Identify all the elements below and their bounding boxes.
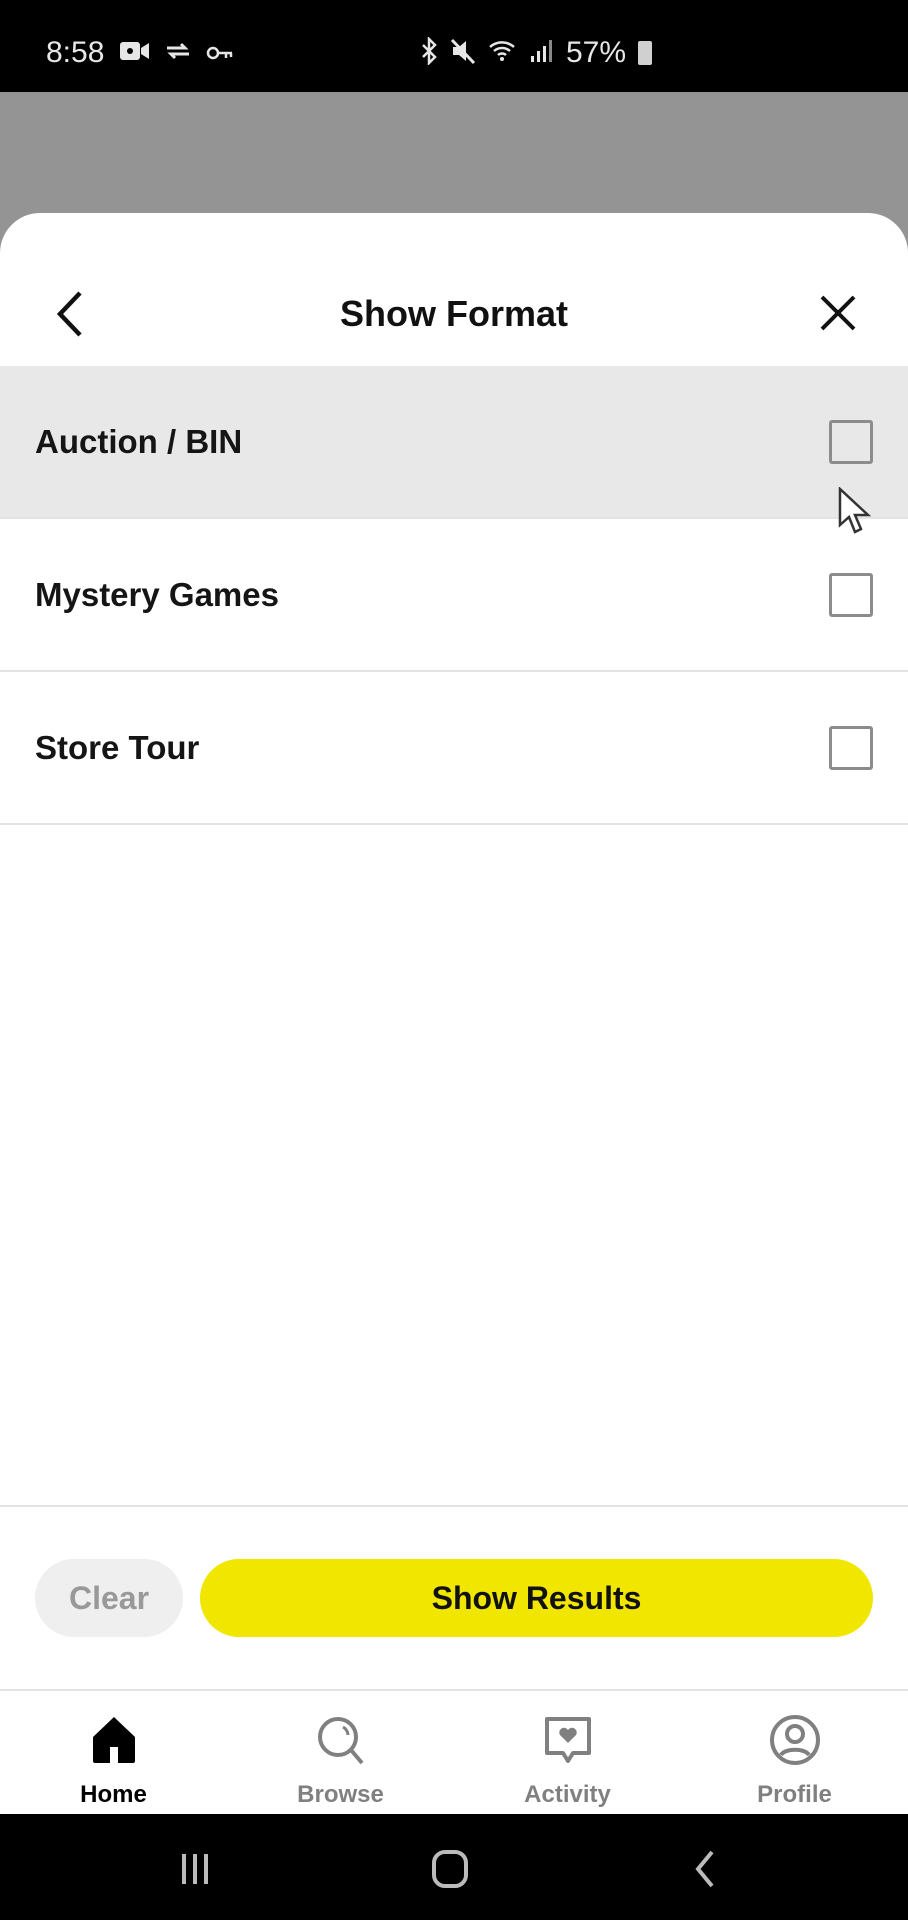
home-button-icon[interactable] xyxy=(425,1844,475,1894)
nav-profile[interactable]: Profile xyxy=(681,1691,908,1814)
option-label: Mystery Games xyxy=(35,575,279,613)
nav-label: Home xyxy=(80,1781,147,1808)
close-icon[interactable] xyxy=(818,293,858,333)
status-time: 8:58 xyxy=(46,36,105,69)
sheet-header: Show Format xyxy=(0,213,908,366)
sheet-title: Show Format xyxy=(339,293,568,334)
battery-icon xyxy=(638,41,653,65)
format-option-list: Auction / BIN Mystery Games Store Tour xyxy=(0,366,908,825)
bottom-nav: Home Browse Activity Profile xyxy=(0,1689,908,1814)
option-store-tour[interactable]: Store Tour xyxy=(0,672,908,825)
status-bar: 8:58 57% xyxy=(0,0,908,92)
option-auction-bin[interactable]: Auction / BIN xyxy=(0,366,908,519)
bluetooth-icon xyxy=(420,35,438,70)
checkbox-store-tour[interactable] xyxy=(829,726,873,770)
mute-icon xyxy=(450,37,476,70)
signal-icon xyxy=(530,38,554,69)
home-icon xyxy=(92,1717,135,1763)
battery-percent: 57% xyxy=(566,36,627,69)
nav-label: Profile xyxy=(757,1781,832,1808)
nav-label: Browse xyxy=(297,1781,384,1808)
show-results-button[interactable]: Show Results xyxy=(200,1559,873,1637)
option-label: Auction / BIN xyxy=(35,422,243,460)
wifi-icon xyxy=(488,38,518,69)
sync-icon xyxy=(164,40,192,67)
back-button-icon[interactable] xyxy=(680,1844,730,1894)
nav-browse[interactable]: Browse xyxy=(227,1691,454,1814)
system-navigation-bar xyxy=(0,1814,908,1920)
activity-icon xyxy=(544,1717,591,1763)
checkbox-mystery-games[interactable] xyxy=(829,573,873,617)
recent-apps-icon[interactable] xyxy=(170,1844,220,1894)
option-mystery-games[interactable]: Mystery Games xyxy=(0,519,908,672)
show-format-sheet: Show Format Auction / BIN Mystery Games … xyxy=(0,213,908,1690)
nav-home[interactable]: Home xyxy=(0,1691,227,1814)
mouse-cursor-icon xyxy=(838,487,872,534)
checkbox-auction-bin[interactable] xyxy=(829,420,873,464)
profile-icon xyxy=(769,1715,820,1765)
footer-divider xyxy=(0,1505,908,1507)
browse-icon xyxy=(317,1717,364,1765)
nav-activity[interactable]: Activity xyxy=(454,1691,681,1814)
option-label: Store Tour xyxy=(35,728,200,766)
clear-button[interactable]: Clear xyxy=(35,1559,183,1637)
key-icon xyxy=(206,42,234,66)
video-camera-icon xyxy=(120,40,150,67)
nav-label: Activity xyxy=(524,1781,611,1808)
